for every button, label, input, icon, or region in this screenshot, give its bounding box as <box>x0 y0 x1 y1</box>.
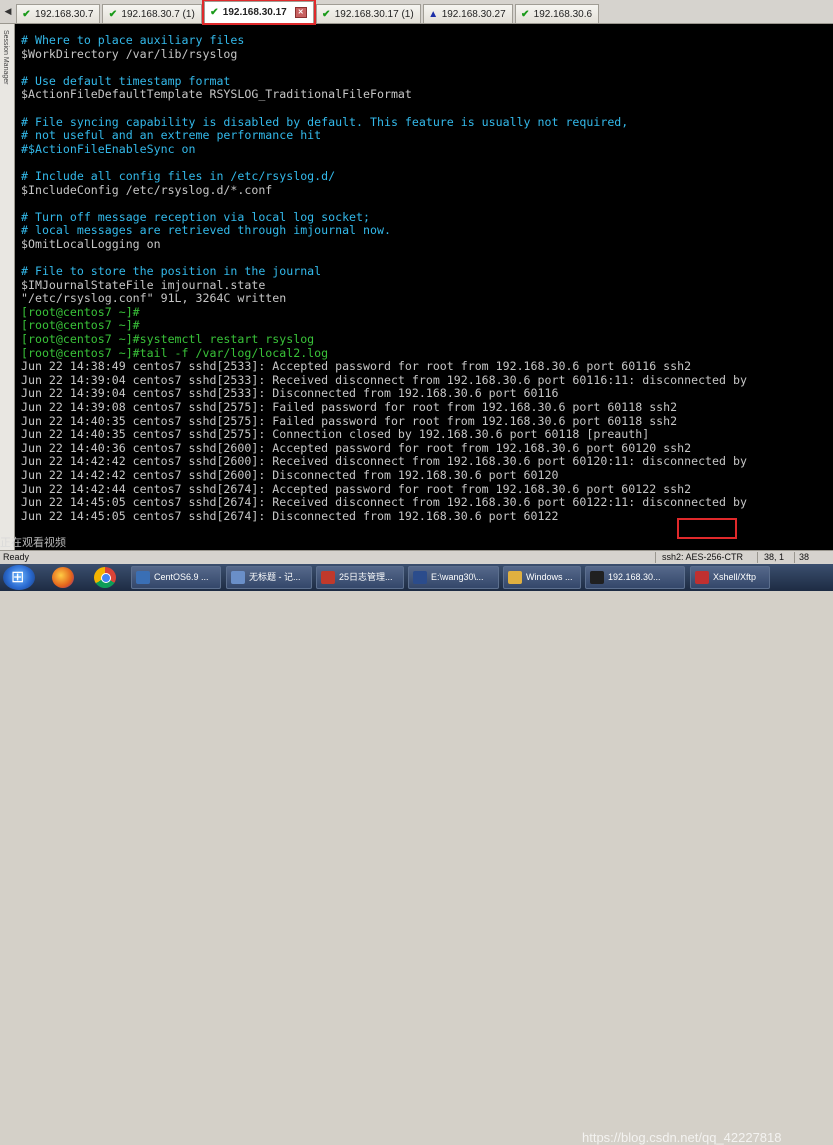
terminal-line: $IncludeConfig /etc/rsyslog.d/*.conf <box>21 183 273 197</box>
tab-192-168-30-7-1[interactable]: ✔ 192.168.30.7 (1) <box>102 4 202 23</box>
terminal-line: Jun 22 14:39:04 centos7 sshd[2533]: Rece… <box>21 373 747 387</box>
terminal-line: Jun 22 14:39:04 centos7 sshd[2533]: Disc… <box>21 387 559 401</box>
terminal-line: #$ActionFileEnableSync on <box>21 142 196 156</box>
connected-check-icon: ✔ <box>22 8 31 20</box>
tab-label: 192.168.30.17 <box>222 7 287 18</box>
tab-scroll-left-icon[interactable]: ◀ <box>2 5 14 19</box>
tab-192-168-30-17-1[interactable]: ✔ 192.168.30.17 (1) <box>315 4 421 23</box>
app-window-icon <box>413 571 427 584</box>
taskbar-window-button[interactable]: CentOS6.9 ... <box>131 566 221 589</box>
terminal-line: [root@centos7 ~]# <box>21 319 140 333</box>
taskbar-window-button[interactable]: 192.168.30... <box>585 566 685 589</box>
taskbar-window-label: Windows ... <box>526 572 573 582</box>
tab-label: 192.168.30.7 <box>35 8 94 20</box>
windows-taskbar: CentOS6.9 ... 无标题 - 记... 25日志管理... E:\wang3… <box>0 564 833 1145</box>
connected-check-icon: ✔ <box>210 7 219 18</box>
terminal-line: Jun 22 14:42:42 centos7 sshd[2600]: Disc… <box>21 469 559 482</box>
taskbar-window-label: CentOS6.9 ... <box>154 572 209 582</box>
firefox-icon[interactable] <box>52 567 74 588</box>
terminal-line: # local messages are retrieved through i… <box>21 224 391 238</box>
connected-check-icon: ✔ <box>520 8 530 20</box>
terminal-line: # File to store the position in the jour… <box>21 265 322 279</box>
app-window-icon <box>231 571 245 584</box>
taskbar-window-label: E:\wang30\... <box>431 572 484 582</box>
connected-check-icon: ✔ <box>322 8 331 20</box>
terminal-line: Jun 22 14:42:44 centos7 sshd[2674]: Acce… <box>21 482 692 496</box>
tab-label: 192.168.30.27 <box>441 8 506 20</box>
status-bar: Ready ssh2: AES-256-CTR 38, 1 38 Rows <box>0 550 833 575</box>
taskbar-window-button[interactable]: E:\wang30\... <box>408 566 499 589</box>
terminal-line: Jun 22 14:39:08 centos7 sshd[2575]: Fail… <box>21 401 678 415</box>
tab-192-168-30-7[interactable]: ✔ 192.168.30.7 <box>16 4 101 23</box>
chrome-icon[interactable] <box>94 567 116 588</box>
session-manager-pane[interactable]: Session Manager <box>0 24 15 550</box>
terminal-line: # not useful and an extreme performance … <box>21 129 322 143</box>
status-cursor-position: 38, 1 <box>764 552 785 562</box>
terminal-line: $ActionFileDefaultTemplate RSYSLOG_Tradi… <box>21 88 412 102</box>
tab-label: 192.168.30.6 <box>533 8 593 20</box>
taskbar-window-label: 192.168.30... <box>608 572 661 582</box>
warning-icon: ▲ <box>428 8 439 20</box>
terminal-line: $IMJournalStateFile imjournal.state <box>21 278 266 292</box>
tab-label: 192.168.30.7 (1) <box>121 8 195 20</box>
terminal-screen[interactable]: # Where to place auxiliary files $WorkDir… <box>15 24 833 550</box>
terminal-line: # Include all config files in /etc/rsysl… <box>21 169 336 183</box>
connected-check-icon: ✔ <box>108 8 118 20</box>
terminal-line: Jun 22 14:45:05 centos7 sshd[2674]: Rece… <box>21 496 747 510</box>
annotation-highlight-box <box>677 518 737 539</box>
tab-192-168-30-17-active[interactable]: ✔ 192.168.30.17 ✕ <box>201 0 316 25</box>
close-tab-icon[interactable]: ✕ <box>294 7 307 18</box>
taskbar-window-label: 无标题 - 记... <box>249 572 301 582</box>
video-overlay-text: 正在观看视频 <box>0 536 66 549</box>
status-separator <box>757 552 758 563</box>
taskbar-window-label: Xshell/Xftp <box>713 572 757 582</box>
tab-192-168-30-27[interactable]: ▲ 192.168.30.27 <box>422 4 513 23</box>
terminal-line: Jun 22 14:40:36 centos7 sshd[2600]: Acce… <box>21 441 692 455</box>
tab-192-168-30-6[interactable]: ✔ 192.168.30.6 <box>514 4 600 23</box>
taskbar-window-button[interactable]: 无标题 - 记... <box>226 566 312 589</box>
tab-label: 192.168.30.17 (1) <box>334 8 414 20</box>
terminal-line: Jun 22 14:40:35 centos7 sshd[2575]: Conn… <box>21 428 650 442</box>
status-separator <box>655 552 656 563</box>
taskbar-window-button[interactable]: Xshell/Xftp <box>690 566 770 589</box>
terminal-line: # Turn off message reception via local l… <box>21 210 371 224</box>
terminal-line: "/etc/rsyslog.conf" 91L, 3264C written <box>21 292 287 306</box>
app-window-icon <box>695 571 709 584</box>
terminal-line: [root@centos7 ~]# <box>21 305 140 319</box>
terminal-line: Jun 22 14:42:42 centos7 sshd[2600]: Rece… <box>21 455 747 469</box>
app-window-icon <box>590 571 604 584</box>
status-encryption: ssh2: AES-256-CTR <box>662 552 744 562</box>
taskbar-window-button[interactable]: Windows ... <box>503 566 581 589</box>
status-separator <box>794 552 795 563</box>
terminal-line: [root@centos7 ~]#systemctl restart rsysl… <box>21 333 315 347</box>
terminal-line: Jun 22 14:40:35 centos7 sshd[2575]: Fail… <box>21 414 678 428</box>
session-manager-label: Session Manager <box>2 30 9 85</box>
terminal-line: # Use default timestamp format <box>21 74 231 88</box>
terminal-line: Jun 22 14:38:49 centos7 sshd[2533]: Acce… <box>21 360 692 374</box>
terminal-line: # File syncing capability is disabled by… <box>21 115 629 129</box>
app-window-icon <box>508 571 522 584</box>
terminal-output: # Where to place auxiliary files $WorkDir… <box>21 34 833 523</box>
start-button-icon[interactable] <box>3 565 35 590</box>
terminal-line: # Where to place auxiliary files <box>21 34 245 47</box>
terminal-line: $OmitLocalLogging on <box>21 237 161 251</box>
status-ready: Ready <box>3 552 30 562</box>
tab-bar: ◀ ✔ 192.168.30.7 ✔ 192.168.30.7 (1) ✔ 19… <box>0 0 833 25</box>
app-window-icon <box>136 571 150 584</box>
app-window-icon <box>321 571 335 584</box>
taskbar-window-label: 25日志管理... <box>339 572 393 582</box>
terminal-line: [root@centos7 ~]#tail -f /var/log/local2… <box>21 346 329 360</box>
taskbar-window-button[interactable]: 25日志管理... <box>316 566 404 589</box>
terminal-line: $WorkDirectory /var/lib/rsyslog <box>21 47 238 61</box>
watermark-text: https://blog.csdn.net/qq_42227818 <box>582 1130 782 1145</box>
